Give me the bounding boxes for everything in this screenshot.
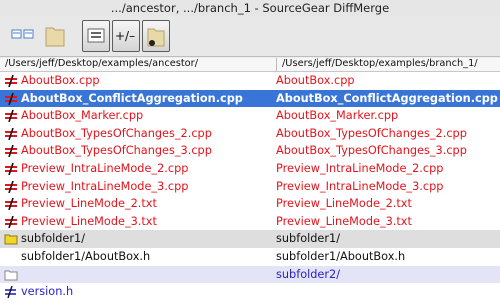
file-diff-icon <box>4 286 18 299</box>
file-list: AboutBox.cpp AboutBox.cpp AboutBox_Conflic… <box>0 72 500 301</box>
left-file-name: AboutBox_Marker.cpp <box>21 109 144 123</box>
right-file-name: AboutBox_TypesOfChanges_2.cpp <box>276 126 467 140</box>
right-file-name: subfolder2/ <box>276 267 341 281</box>
not-equal-icon <box>4 162 18 175</box>
right-file-name: subfolder1/ <box>276 232 341 246</box>
not-equal-icon <box>4 215 18 228</box>
column-separator[interactable] <box>276 58 277 71</box>
list-item[interactable]: subfolder2/ <box>0 265 500 284</box>
list-item[interactable]: Preview_LineMode_3.txt Preview_LineMode_3… <box>0 212 500 231</box>
list-item[interactable]: version.h <box>0 283 500 301</box>
right-file-name: AboutBox.cpp <box>276 74 355 87</box>
left-file-name: Preview_LineMode_3.txt <box>21 214 157 228</box>
list-item[interactable]: AboutBox_Marker.cpp AboutBox_Marker.cpp <box>0 107 500 125</box>
list-item[interactable]: AboutBox_ConflictAggregation.cpp AboutBox… <box>0 89 500 108</box>
not-equal-icon <box>4 127 18 140</box>
show-equal-icon[interactable] <box>82 20 110 52</box>
left-file-name: version.h <box>21 285 74 299</box>
not-equal-icon <box>4 110 18 123</box>
right-file-name: AboutBox_ConflictAggregation.cpp <box>276 91 498 105</box>
column-header: /Users/jeff/Desktop/examples/ancestor/ /… <box>0 58 500 72</box>
empty-folder-icon <box>4 269 18 281</box>
right-file-name: AboutBox_TypesOfChanges_3.cpp <box>276 144 467 158</box>
blank-icon <box>4 251 18 263</box>
list-item[interactable]: Preview_LineMode_2.txt Preview_LineMode_2… <box>0 195 500 213</box>
not-equal-icon <box>4 92 18 105</box>
list-item[interactable]: AboutBox_TypesOfChanges_3.cpp AboutBox_Ty… <box>0 142 500 160</box>
list-item[interactable]: subfolder1/AboutBox.h subfolder1/AboutBox… <box>0 247 500 266</box>
not-equal-icon <box>4 75 18 87</box>
right-file-name: Preview_LineMode_2.txt <box>276 197 412 211</box>
not-equal-icon <box>4 145 18 158</box>
list-item[interactable]: AboutBox.cpp AboutBox.cpp <box>0 72 500 90</box>
svg-text:+/–: +/– <box>115 29 135 43</box>
right-file-name: AboutBox_Marker.cpp <box>276 109 399 123</box>
folder-peer-icon[interactable] <box>142 20 170 52</box>
not-equal-icon <box>4 180 18 193</box>
compare-files-icon[interactable] <box>10 20 36 50</box>
yellow-folder-icon <box>4 233 18 245</box>
left-file-name: AboutBox_ConflictAggregation.cpp <box>21 91 243 105</box>
window-title: .../ancestor, .../branch_1 - SourceGear … <box>0 0 500 16</box>
add-remove-icon[interactable]: +/– <box>112 20 140 52</box>
left-path-header[interactable]: /Users/jeff/Desktop/examples/ancestor/ <box>5 58 198 69</box>
left-file-name: subfolder1/ <box>21 232 86 246</box>
toolbar: +/– <box>0 16 500 57</box>
not-equal-icon <box>4 198 18 211</box>
right-file-name: Preview_IntraLineMode_2.cpp <box>276 161 444 175</box>
left-file-name: AboutBox_TypesOfChanges_3.cpp <box>21 144 212 158</box>
right-path-header[interactable]: /Users/jeff/Desktop/examples/branch_1/ <box>282 58 478 69</box>
right-file-name: Preview_LineMode_3.txt <box>276 214 412 228</box>
right-file-name: Preview_IntraLineMode_3.cpp <box>276 179 444 193</box>
right-file-name: subfolder1/AboutBox.h <box>276 249 406 263</box>
list-item[interactable]: Preview_IntraLineMode_3.cpp Preview_Intra… <box>0 177 500 196</box>
left-file-name: Preview_IntraLineMode_3.cpp <box>21 179 189 193</box>
left-file-name: subfolder1/AboutBox.h <box>21 249 151 263</box>
left-file-name: Preview_IntraLineMode_2.cpp <box>21 161 189 175</box>
list-item[interactable]: Preview_IntraLineMode_2.cpp Preview_Intra… <box>0 159 500 178</box>
list-item[interactable]: AboutBox_TypesOfChanges_2.cpp AboutBox_Ty… <box>0 124 500 143</box>
left-file-name: AboutBox.cpp <box>21 74 100 87</box>
left-file-name: AboutBox_TypesOfChanges_2.cpp <box>21 126 212 140</box>
list-item[interactable]: subfolder1/subfolder1/ <box>0 230 500 248</box>
left-file-name: Preview_LineMode_2.txt <box>21 197 157 211</box>
folder-icon[interactable] <box>42 20 68 50</box>
